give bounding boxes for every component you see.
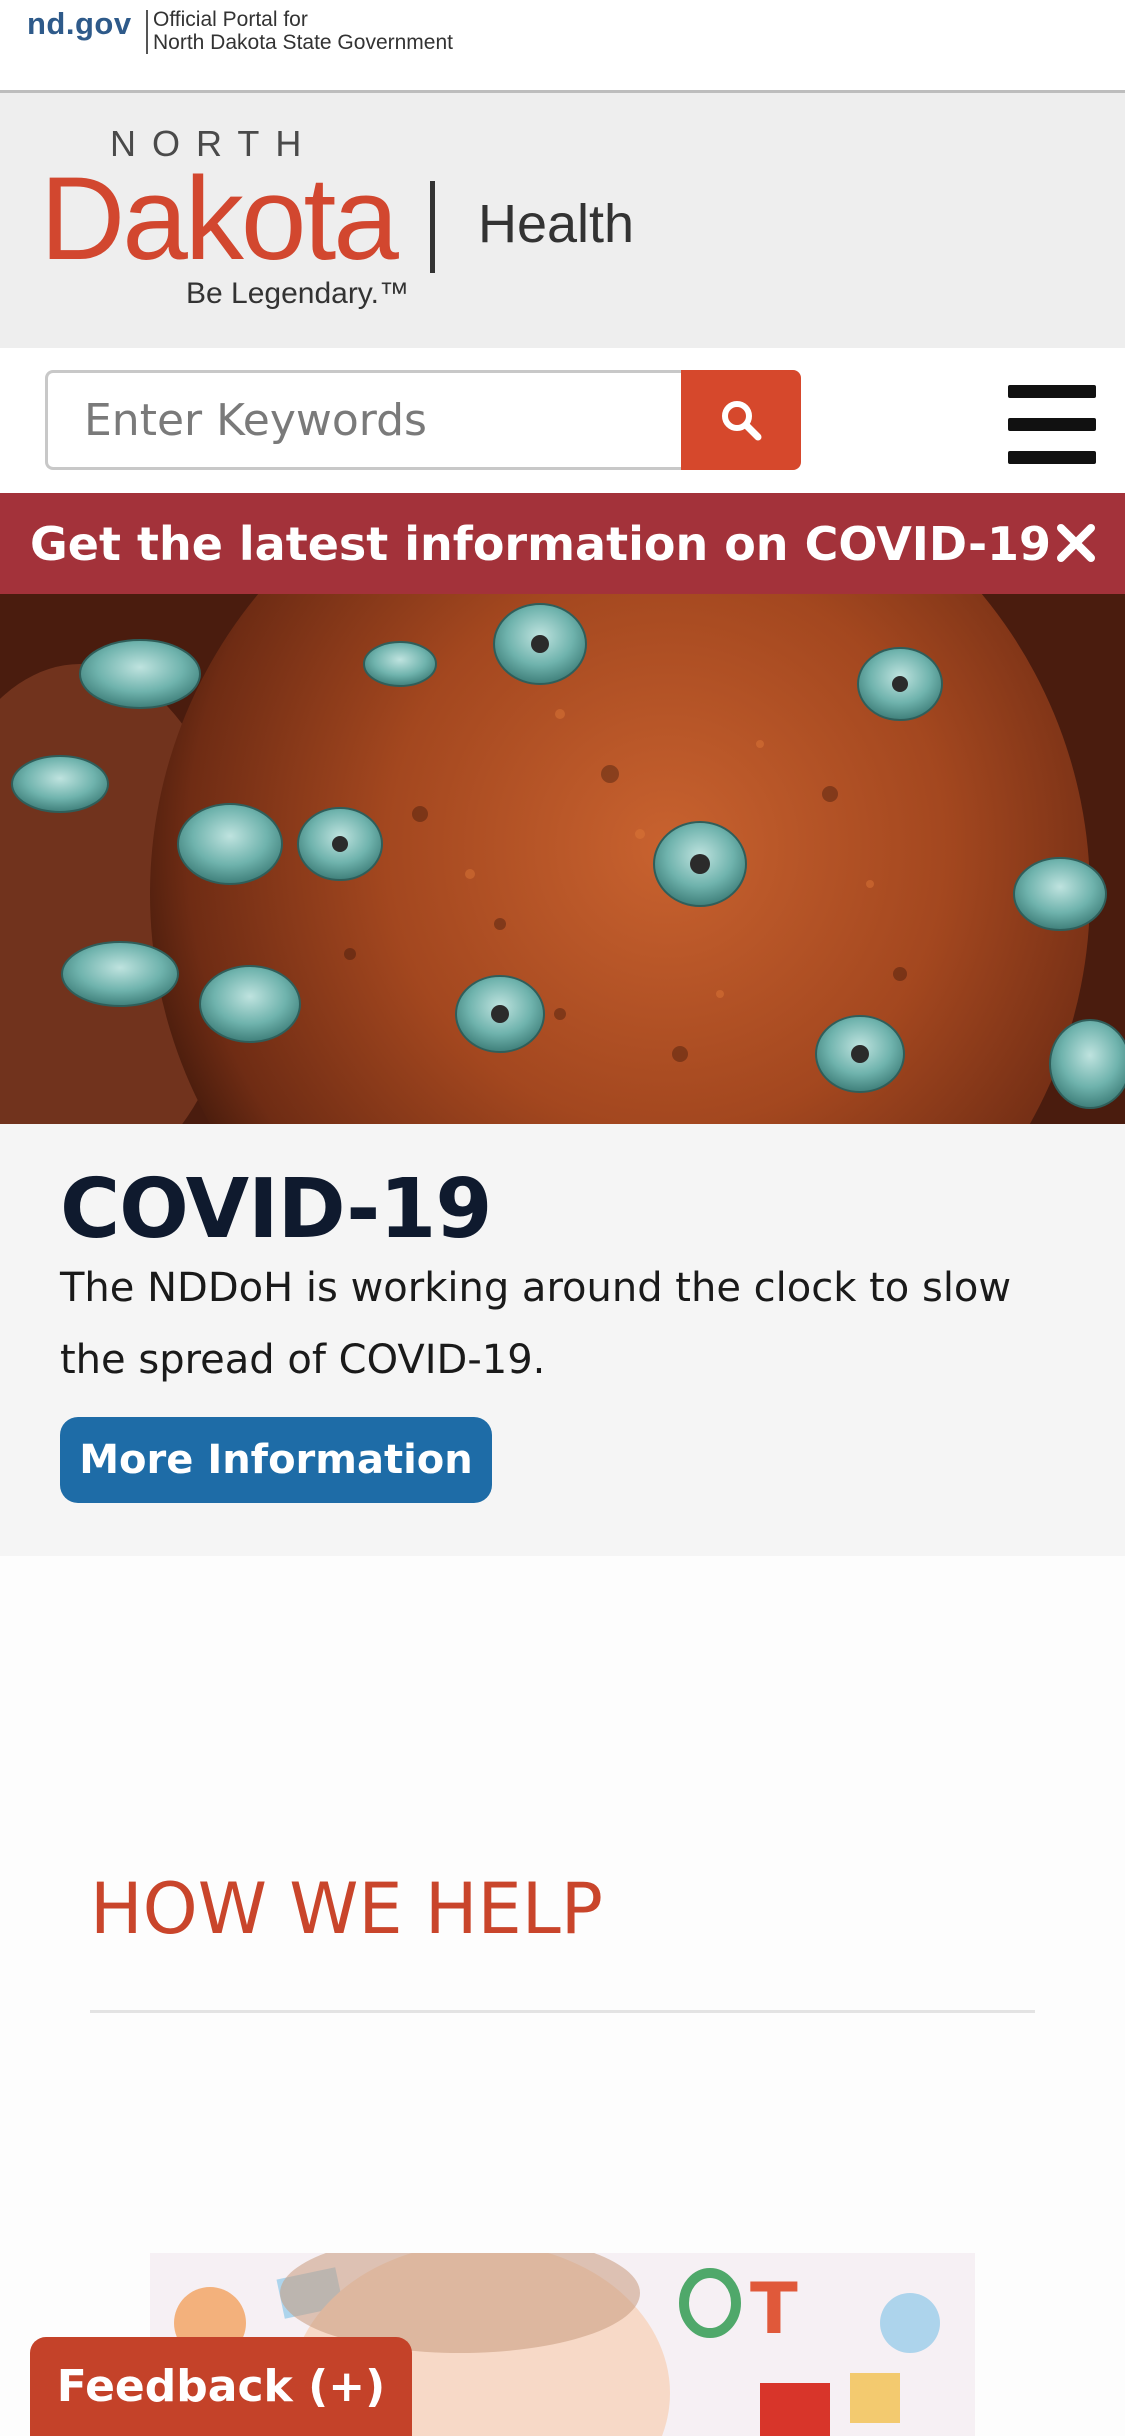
covid-hero-image xyxy=(0,594,1125,1124)
more-information-button[interactable]: More Information xyxy=(60,1417,492,1503)
gov-bar-divider xyxy=(146,10,148,54)
covid-alert-link[interactable]: Get the latest information on COVID-19 xyxy=(30,517,1051,571)
search-bar xyxy=(0,348,1125,493)
logo-divider xyxy=(430,181,435,273)
close-icon[interactable] xyxy=(1055,522,1097,564)
gov-portal-text: Official Portal for North Dakota State G… xyxy=(153,8,453,54)
covid-title: COVID-19 xyxy=(60,1162,492,1257)
nd-gov-link[interactable]: nd.gov xyxy=(27,6,132,42)
covid-description: The NDDoH is working around the clock to… xyxy=(60,1265,1012,1383)
search-icon xyxy=(722,401,762,441)
section-divider xyxy=(90,2010,1035,2013)
search-input[interactable] xyxy=(45,370,685,470)
how-we-help-heading: HOW WE HELP xyxy=(90,1868,603,1950)
covid-alert-bar: Get the latest information on COVID-19 xyxy=(0,493,1125,594)
logo-department: Health xyxy=(478,194,635,254)
site-header: NORTH Dakota Health Be Legendary.™ xyxy=(0,93,1125,348)
feedback-button[interactable]: Feedback (+) xyxy=(30,2337,412,2436)
gov-bar: nd.gov Official Portal for North Dakota … xyxy=(0,0,1125,93)
logo-dakota: Dakota xyxy=(40,153,399,285)
search-button[interactable] xyxy=(681,370,801,470)
covid-card: COVID-19 The NDDoH is working around the… xyxy=(0,1124,1125,1556)
hamburger-menu-icon[interactable] xyxy=(1008,385,1096,465)
svg-text:T: T xyxy=(750,2268,798,2350)
gov-portal-line1: Official Portal for xyxy=(153,8,308,31)
logo-tagline: Be Legendary.™ xyxy=(186,277,409,310)
gov-portal-line2: North Dakota State Government xyxy=(153,31,453,54)
